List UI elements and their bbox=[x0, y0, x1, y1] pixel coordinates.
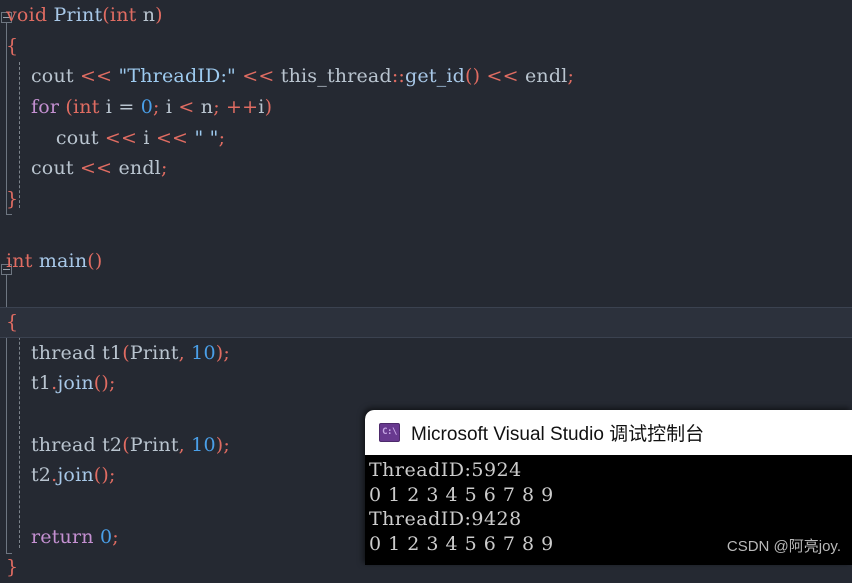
code-token: cout bbox=[6, 65, 80, 88]
code-token: 10 bbox=[191, 433, 216, 456]
console-title: Microsoft Visual Studio 调试控制台 bbox=[411, 424, 705, 445]
code-token: = bbox=[118, 96, 135, 119]
code-token: () bbox=[93, 464, 110, 487]
console-output-line: ThreadID:5924 bbox=[369, 459, 522, 481]
code-token: < bbox=[178, 96, 195, 119]
code-token: ; bbox=[109, 372, 116, 395]
console-output: ThreadID:5924 0 1 2 3 4 5 6 7 8 9 ThreadID… bbox=[365, 455, 852, 556]
console-cmd-icon: C:\ bbox=[379, 423, 400, 442]
code-token: 0 bbox=[140, 96, 153, 119]
code-token: << bbox=[155, 126, 189, 149]
code-line[interactable] bbox=[0, 276, 852, 307]
code-token: { bbox=[6, 34, 19, 57]
code-token: << bbox=[486, 65, 519, 88]
code-token: t1 bbox=[6, 372, 52, 395]
code-token: ) bbox=[155, 4, 163, 26]
code-token: thread t1 bbox=[6, 341, 123, 364]
code-line[interactable]: thread t1(Print, 10); bbox=[0, 338, 852, 369]
code-line[interactable]: { bbox=[0, 307, 852, 338]
code-line[interactable]: void Print(int n) bbox=[0, 0, 852, 31]
code-token: () bbox=[87, 249, 103, 272]
code-line[interactable]: cout << endl; bbox=[0, 153, 852, 184]
code-token: ; bbox=[160, 157, 168, 180]
code-token: cout bbox=[6, 157, 80, 180]
code-token: ; bbox=[223, 341, 230, 364]
code-token: get_id bbox=[405, 65, 466, 88]
code-token: t2 bbox=[6, 464, 52, 487]
code-token: i bbox=[99, 96, 119, 119]
code-token: << bbox=[104, 126, 138, 149]
code-token: ; bbox=[153, 96, 160, 119]
code-token: " " bbox=[194, 126, 219, 149]
code-token: ( bbox=[102, 4, 110, 26]
code-token: } bbox=[6, 188, 19, 211]
code-token: ; bbox=[567, 65, 575, 88]
code-token: "ThreadID:" bbox=[118, 65, 236, 88]
code-line[interactable]: cout << i << " "; bbox=[0, 123, 852, 154]
code-token: () bbox=[465, 65, 481, 88]
code-token: this_thread bbox=[274, 65, 392, 88]
code-line[interactable]: } bbox=[0, 184, 852, 215]
code-token: n bbox=[136, 4, 156, 26]
code-token: { bbox=[6, 310, 19, 333]
code-token: ) bbox=[264, 96, 273, 119]
code-token: endl bbox=[518, 65, 568, 88]
code-token: for bbox=[30, 96, 60, 119]
code-line[interactable] bbox=[0, 215, 852, 246]
code-token: cout bbox=[6, 126, 105, 149]
code-token: :: bbox=[391, 65, 406, 88]
code-token: Print bbox=[53, 4, 103, 26]
console-titlebar[interactable]: C:\ Microsoft Visual Studio 调试控制台 bbox=[365, 410, 852, 455]
code-token: << bbox=[79, 157, 113, 180]
code-token: ; bbox=[213, 96, 220, 119]
code-token: int bbox=[6, 249, 33, 272]
code-token: void bbox=[6, 4, 48, 26]
code-line[interactable]: int main() bbox=[0, 246, 852, 277]
code-token: ; bbox=[218, 126, 226, 149]
console-output-line: 0 1 2 3 4 5 6 7 8 9 bbox=[369, 532, 554, 555]
code-token: main bbox=[38, 249, 88, 272]
code-token: ( bbox=[65, 96, 73, 119]
code-line[interactable]: t1.join(); bbox=[0, 368, 852, 399]
code-line[interactable]: { bbox=[0, 31, 852, 62]
code-token: ++ bbox=[226, 96, 259, 119]
console-icon-label: C:\ bbox=[382, 427, 397, 437]
code-token: return bbox=[30, 525, 94, 548]
code-token: 0 bbox=[99, 525, 113, 548]
code-token: ( bbox=[122, 433, 130, 456]
code-token: i bbox=[159, 96, 179, 119]
code-token: << bbox=[79, 65, 113, 88]
code-token: thread t2 bbox=[6, 433, 123, 456]
code-token: 10 bbox=[191, 341, 216, 364]
code-token: i bbox=[137, 126, 156, 149]
code-token: endl bbox=[112, 157, 161, 180]
code-token: int bbox=[73, 96, 100, 119]
code-token: join bbox=[57, 372, 94, 395]
code-token: int bbox=[109, 4, 137, 26]
code-token: join bbox=[57, 464, 94, 487]
debug-console-window[interactable]: C:\ Microsoft Visual Studio 调试控制台 Thread… bbox=[365, 410, 852, 565]
code-token: ; bbox=[223, 433, 230, 456]
code-token: ; bbox=[112, 525, 119, 548]
code-line[interactable]: cout << "ThreadID:" << this_thread::get_… bbox=[0, 61, 852, 92]
console-output-line: 0 1 2 3 4 5 6 7 8 9 bbox=[369, 483, 554, 506]
console-output-line: ThreadID:9428 bbox=[369, 508, 522, 530]
code-line[interactable]: for (int i = 0; i < n; ++i) bbox=[0, 92, 852, 123]
code-token: ( bbox=[122, 341, 130, 364]
code-token: << bbox=[242, 65, 275, 88]
code-token: } bbox=[6, 556, 19, 579]
code-token: ; bbox=[109, 464, 116, 487]
code-token: Print bbox=[129, 341, 179, 364]
code-token: Print bbox=[129, 433, 179, 456]
code-token: () bbox=[93, 372, 110, 395]
code-token: n bbox=[194, 96, 214, 119]
